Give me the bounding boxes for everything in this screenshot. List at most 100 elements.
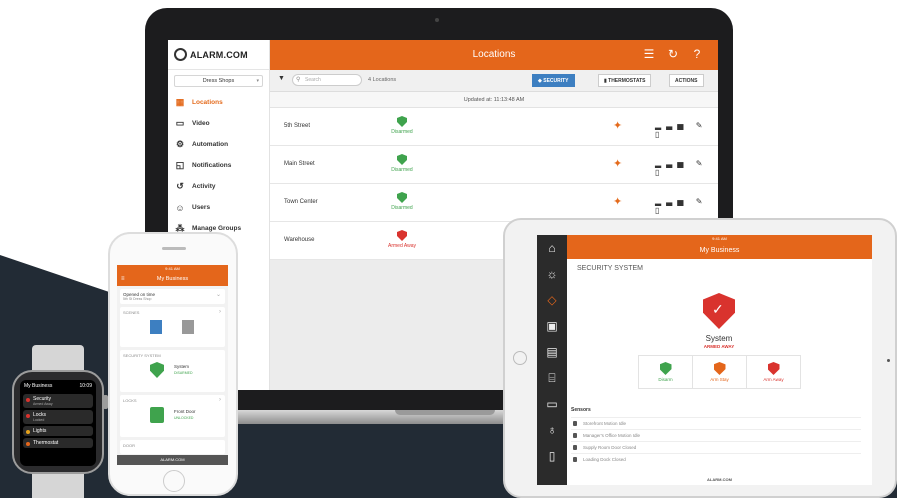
- list-item[interactable]: Supply Room Door Closed: [571, 441, 861, 453]
- status-badge: Armed Away: [382, 230, 422, 249]
- sidebar-item-video[interactable]: ▭ Video: [168, 113, 269, 134]
- activity-subtitle: 5th St Dress Shop: [123, 297, 152, 301]
- delete-icon[interactable]: ▯: [655, 206, 664, 215]
- wrench-icon[interactable]: ✦: [613, 195, 622, 208]
- signal-icon[interactable]: ▂▃▅: [655, 197, 688, 206]
- table-row[interactable]: Town Center Disarmed ✦ ▂▃▅ ✎ ▯: [270, 184, 718, 222]
- search-input[interactable]: ⚲ Search: [292, 74, 362, 86]
- status-text: Disarmed: [391, 205, 413, 211]
- help-icon[interactable]: ?: [690, 47, 704, 61]
- sidebar-item-notifications[interactable]: ◱ Notifications: [168, 155, 269, 176]
- lock-icon[interactable]: ▤: [537, 339, 567, 365]
- page-title: My Business: [567, 242, 872, 259]
- weather-icon[interactable]: ☼: [537, 261, 567, 287]
- signal-icon[interactable]: ▂▃▅: [655, 159, 688, 168]
- watch-crown[interactable]: [103, 395, 108, 409]
- doors-card[interactable]: DOOR: [120, 440, 225, 454]
- card-label: SECURITY SYSTEM: [123, 353, 161, 358]
- edit-icon[interactable]: ✎: [696, 159, 708, 168]
- status-dot-icon: [26, 430, 30, 434]
- shield-icon: [767, 362, 780, 375]
- watch-time: 10:09: [79, 383, 92, 389]
- status-dot-icon: [26, 414, 30, 418]
- list-item[interactable]: Lights: [23, 426, 93, 436]
- tablet-camera: [887, 359, 890, 362]
- phone-screen: 9:41 AM ≡ My Business Opened on time 5th…: [117, 265, 228, 465]
- sidebar-item-automation[interactable]: ⚙ Automation: [168, 134, 269, 155]
- tab-label: ACTIONS: [675, 78, 698, 84]
- chevron-right-icon: ›: [219, 397, 221, 403]
- scene-icon[interactable]: [182, 320, 194, 334]
- home-icon[interactable]: ⌂: [537, 235, 567, 261]
- sidebar-item-activity[interactable]: ↺ Activity: [168, 176, 269, 197]
- row-actions: ▂▃▅ ✎ ▯: [655, 159, 718, 177]
- notification-icon: ◱: [175, 160, 185, 170]
- security-card[interactable]: SECURITY SYSTEM System DISARMED: [120, 350, 225, 392]
- system-label: System: [174, 364, 190, 369]
- system-label: System: [705, 334, 733, 343]
- logo[interactable]: ALARM.COM: [168, 40, 269, 70]
- alarm-logo-icon: [174, 48, 187, 61]
- list-item[interactable]: Security Armed Away: [23, 394, 93, 408]
- menu-icon[interactable]: ≡: [121, 272, 125, 286]
- sidebar-item-users[interactable]: ☺ Users: [168, 197, 269, 218]
- list-item[interactable]: Thermostat: [23, 438, 93, 448]
- account-select-value: Dress Shops: [202, 78, 235, 84]
- tablet-nav-rail: ⌂ ☼ ◇ ▣ ▤ ⌸ ▭ ♁ ▯: [537, 235, 567, 485]
- list-item[interactable]: Storefront Motion Idle: [571, 417, 861, 429]
- wrench-icon[interactable]: ✦: [613, 157, 622, 170]
- activity-card[interactable]: Opened on time 5th St Dress Shop ⌄: [120, 289, 225, 304]
- filter-icon[interactable]: ▼: [278, 75, 285, 82]
- sensor-icon: [573, 445, 577, 450]
- watch-header: My Business 10:09: [20, 380, 96, 392]
- settings-sliders-icon[interactable]: ☰: [642, 47, 656, 61]
- scenes-card[interactable]: SCENES ›: [120, 307, 225, 347]
- location-name: Main Street: [284, 161, 315, 167]
- check-icon: ✓: [712, 301, 724, 317]
- signal-icon[interactable]: ▂▃▅: [655, 121, 688, 130]
- disarm-button[interactable]: Disarm: [639, 356, 693, 388]
- list-item[interactable]: Loading Dock Closed: [571, 453, 861, 465]
- delete-icon[interactable]: ▯: [655, 168, 664, 177]
- list-item[interactable]: Locks Locked: [23, 410, 93, 424]
- sensor-icon: [573, 457, 577, 462]
- actions-button[interactable]: ACTIONS: [669, 74, 704, 87]
- sensor-label: Loading Dock Closed: [583, 457, 626, 462]
- item-label: Thermostat: [33, 440, 59, 446]
- edit-icon[interactable]: ✎: [696, 121, 708, 130]
- shield-icon[interactable]: ◇: [537, 287, 567, 313]
- arm-away-button[interactable]: Arm Away: [747, 356, 800, 388]
- arm-stay-button[interactable]: Arm Stay: [693, 356, 747, 388]
- scene-icon[interactable]: [150, 320, 162, 334]
- laptop-notch: [395, 410, 495, 415]
- video-camera-icon[interactable]: ▭: [537, 391, 567, 417]
- garage-icon[interactable]: ⌸: [537, 365, 567, 391]
- footer-logo-text: ALARM.COM: [707, 477, 732, 482]
- sensor-icon: [573, 421, 577, 426]
- edit-icon[interactable]: ✎: [696, 197, 708, 206]
- image-icon[interactable]: ▣: [537, 313, 567, 339]
- sensors-heading: Sensors: [571, 407, 591, 413]
- sidebar-item-locations[interactable]: ▦ Locations: [168, 92, 269, 113]
- tablet-home-button[interactable]: [513, 351, 527, 365]
- tab-thermostats[interactable]: ▮ THERMOSTATS: [598, 74, 652, 87]
- table-row[interactable]: Main Street Disarmed ✦ ▂▃▅ ✎ ▯: [270, 146, 718, 184]
- phone-home-button[interactable]: [163, 470, 185, 492]
- account-select[interactable]: Dress Shops ▾: [174, 75, 263, 87]
- tab-security[interactable]: ◆ SECURITY: [532, 74, 575, 87]
- shield-icon: [397, 116, 407, 127]
- wrench-icon[interactable]: ✦: [613, 119, 622, 132]
- status-text: Armed Away: [388, 243, 416, 249]
- card-label: SCENES: [123, 310, 140, 315]
- refresh-icon[interactable]: ↻: [666, 47, 680, 61]
- shield-icon: [397, 154, 407, 165]
- locks-card[interactable]: LOCKS › Front Door UNLOCKED: [120, 395, 225, 437]
- list-item[interactable]: Manager's Office Motion Idle: [571, 429, 861, 441]
- shield-icon: [659, 362, 672, 375]
- sidebar-item-label: Activity: [192, 183, 216, 190]
- table-row[interactable]: 5th Street Disarmed ✦ ▂▃▅ ✎ ▯: [270, 108, 718, 146]
- thermostat-icon[interactable]: ▯: [537, 443, 567, 469]
- lightbulb-icon[interactable]: ♁: [537, 417, 567, 443]
- delete-icon[interactable]: ▯: [655, 130, 664, 139]
- search-placeholder: Search: [305, 77, 321, 83]
